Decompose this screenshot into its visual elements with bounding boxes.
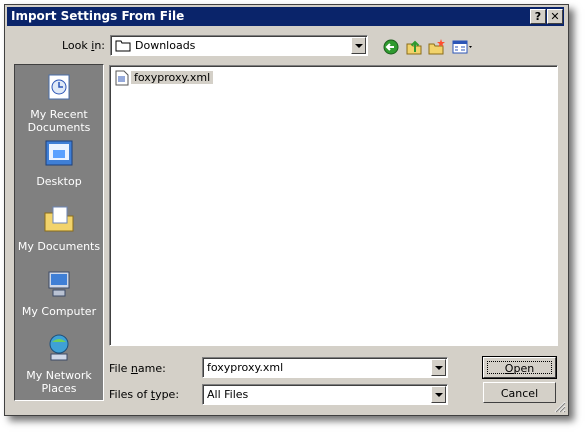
resize-grip-icon[interactable] [554,401,566,413]
chevron-down-icon[interactable] [431,386,446,403]
back-icon[interactable] [382,38,400,56]
chevron-down-icon[interactable] [431,359,446,376]
desktop-icon [45,140,73,166]
lookin-label-post: n: [94,39,106,52]
close-button[interactable]: ✕ [547,9,563,24]
filename-field[interactable]: foxyproxy.xml [202,357,448,378]
filename-label: File name: [109,362,166,375]
my-documents-icon [44,206,74,232]
dialog-title: Import Settings From File [11,9,185,23]
import-settings-dialog: Import Settings From File ? ✕ Look in: D… [4,4,569,416]
view-menu-icon[interactable] [452,38,476,56]
filename-label-pre: File [109,362,131,375]
network-places-icon [49,334,69,361]
place-my-computer[interactable]: My Computer [15,268,103,318]
filename-value: foxyproxy.xml [207,361,284,374]
filename-label-post: ame: [137,362,166,375]
filetype-label-pre: Files of [109,388,151,401]
place-label: My Documents [17,240,101,253]
file-name: foxyproxy.xml [131,71,214,84]
lookin-label-pre: Look [62,39,92,52]
chevron-down-icon[interactable] [351,37,366,54]
folder-icon [115,40,131,52]
my-computer-icon [48,271,70,297]
focus-rect [487,361,552,374]
filetype-select[interactable]: All Files [202,384,448,405]
place-recent-documents[interactable]: My Recent Documents [15,71,103,134]
place-label: My Network Places [26,369,92,395]
place-label: Desktop [36,175,82,188]
new-folder-icon[interactable] [428,38,446,56]
lookin-label: Look in: [62,39,105,52]
filename-label-key: n [130,362,138,375]
place-network[interactable]: My Network Places [15,332,103,395]
lookin-combo[interactable]: Downloads [110,35,368,56]
up-folder-icon[interactable] [405,38,423,56]
cancel-button[interactable]: Cancel [483,382,556,403]
place-label: My Recent Documents [27,108,91,134]
filetype-label: Files of type: [109,388,179,401]
filetype-value: All Files [207,388,249,401]
help-button[interactable]: ? [530,9,546,24]
place-desktop[interactable]: Desktop [15,138,103,188]
recent-documents-icon [48,74,70,100]
place-label: My Computer [21,305,97,318]
places-bar: My Recent Documents Desktop My Documents [14,64,104,401]
filetype-label-post: ype: [155,388,180,401]
place-my-documents[interactable]: My Documents [15,203,103,253]
open-button[interactable]: Open [482,356,557,379]
lookin-value: Downloads [135,39,196,52]
xml-file-icon [115,70,129,86]
file-list[interactable]: foxyproxy.xml [109,65,558,346]
title-bar[interactable]: Import Settings From File ? ✕ [7,7,564,26]
